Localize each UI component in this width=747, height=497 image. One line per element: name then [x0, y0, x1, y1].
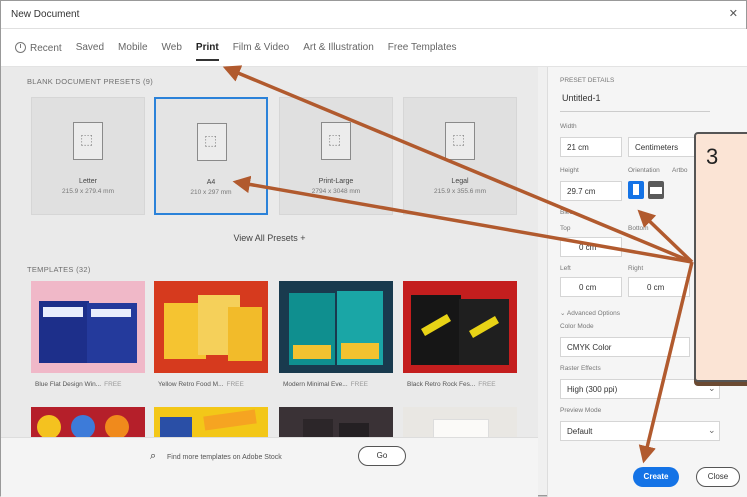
- search-icon: ⌕: [150, 450, 157, 462]
- close-button[interactable]: Close: [696, 467, 740, 487]
- template-art: [341, 343, 379, 359]
- template-art: [43, 307, 83, 317]
- left-label: Left: [560, 265, 571, 272]
- template-label: Black Retro Rock Fes... FREE: [407, 381, 496, 388]
- template-thumbnail[interactable]: [403, 281, 517, 373]
- bleed-left-input[interactable]: 0 cm: [560, 277, 622, 297]
- window-title: New Document: [11, 9, 80, 20]
- right-label: Right: [628, 265, 644, 272]
- clock-icon: [15, 41, 26, 53]
- template-art: [37, 415, 61, 439]
- category-tabs: Recent Saved Mobile Web Print Film & Vid…: [1, 29, 747, 67]
- bottom-label: Bottom: [628, 225, 649, 232]
- template-art: [160, 417, 192, 439]
- details-heading: PRESET DETAILS: [560, 77, 615, 84]
- title-bar: New Document ✕: [1, 1, 746, 29]
- template-art: [293, 345, 331, 359]
- document-name-field[interactable]: Untitled-1: [562, 93, 601, 103]
- go-button[interactable]: Go: [358, 446, 406, 466]
- raster-effects-select[interactable]: High (300 ppi): [560, 379, 720, 399]
- view-all-presets-link[interactable]: View All Presets +: [1, 233, 538, 243]
- portrait-icon: [633, 184, 639, 195]
- bleed-label: Blee: [560, 209, 574, 216]
- orientation-label: Orientation: [628, 167, 660, 174]
- tab-mobile[interactable]: Mobile: [118, 38, 147, 57]
- template-art: [71, 415, 95, 439]
- bleed-top-input[interactable]: 0 cm: [560, 237, 622, 257]
- bleed-right-input[interactable]: 0 cm: [628, 277, 690, 297]
- landscape-orientation-button[interactable]: [648, 181, 664, 199]
- template-label: Blue Flat Design Win... FREE: [35, 381, 122, 388]
- color-mode-label: Color Mode: [560, 323, 594, 330]
- template-label: Yellow Retro Food M... FREE: [158, 381, 244, 388]
- template-art: [411, 295, 461, 365]
- preset-letter[interactable]: Letter 215.9 x 279.4 mm: [31, 97, 145, 215]
- tab-saved[interactable]: Saved: [76, 38, 104, 57]
- top-label: Top: [560, 225, 571, 232]
- close-icon[interactable]: ✕: [729, 7, 738, 20]
- tab-free-templates[interactable]: Free Templates: [388, 38, 457, 57]
- preset-gallery: BLANK DOCUMENT PRESETS (9) Letter 215.9 …: [1, 67, 538, 497]
- template-art: [91, 309, 131, 317]
- create-button[interactable]: Create: [633, 467, 679, 487]
- advanced-options-toggle[interactable]: ⌄ Advanced Options: [560, 309, 620, 317]
- landscape-icon: [650, 187, 662, 194]
- template-art: [203, 409, 257, 431]
- height-input[interactable]: 29.7 cm: [560, 181, 622, 201]
- artboards-label: Artbo: [672, 167, 688, 174]
- portrait-orientation-button[interactable]: [628, 181, 644, 199]
- tab-web[interactable]: Web: [162, 38, 182, 57]
- document-icon: [445, 122, 475, 160]
- stock-search-link[interactable]: Find more templates on Adobe Stock: [167, 454, 282, 461]
- stock-search-bar: ⌕ Find more templates on Adobe Stock Go: [1, 437, 538, 497]
- template-thumbnail[interactable]: [279, 281, 393, 373]
- new-document-dialog: New Document ✕ Recent Saved Mobile Web P…: [0, 0, 747, 497]
- template-art: [459, 299, 509, 365]
- preset-legal[interactable]: Legal 215.9 x 355.6 mm: [403, 97, 517, 215]
- preview-mode-select[interactable]: Default: [560, 421, 720, 441]
- color-mode-select[interactable]: CMYK Color: [560, 337, 690, 357]
- preset-print-large[interactable]: Print-Large 2794 x 3048 mm: [279, 97, 393, 215]
- templates-heading: TEMPLATES (32): [27, 265, 91, 274]
- chevron-down-icon: ⌄: [708, 383, 716, 393]
- document-icon: [197, 123, 227, 161]
- preset-a4[interactable]: A4 210 x 297 mm: [154, 97, 268, 215]
- divider: [560, 111, 710, 112]
- document-icon: [321, 122, 351, 160]
- tab-film-video[interactable]: Film & Video: [233, 38, 290, 57]
- raster-effects-label: Raster Effects: [560, 365, 601, 372]
- tab-print[interactable]: Print: [195, 38, 219, 61]
- callout-number: 3: [706, 144, 719, 169]
- preview-mode-label: Preview Mode: [560, 407, 602, 414]
- template-thumbnail[interactable]: [154, 281, 268, 373]
- template-art: [105, 415, 129, 439]
- template-label: Modern Minimal Eve... FREE: [283, 381, 369, 388]
- template-thumbnail[interactable]: [31, 281, 145, 373]
- height-label: Height: [560, 167, 579, 174]
- tab-art-illustration[interactable]: Art & Illustration: [303, 38, 374, 57]
- chevron-down-icon: ⌄: [560, 310, 567, 317]
- width-input[interactable]: 21 cm: [560, 137, 622, 157]
- template-art: [228, 307, 262, 361]
- document-icon: [73, 122, 103, 160]
- width-label: Width: [560, 123, 577, 130]
- units-select[interactable]: Centimeters: [628, 137, 698, 157]
- callout-box: 3: [694, 132, 747, 382]
- presets-heading: BLANK DOCUMENT PRESETS (9): [27, 77, 154, 86]
- chevron-down-icon: ⌄: [708, 425, 716, 435]
- tab-recent[interactable]: Recent: [15, 38, 62, 58]
